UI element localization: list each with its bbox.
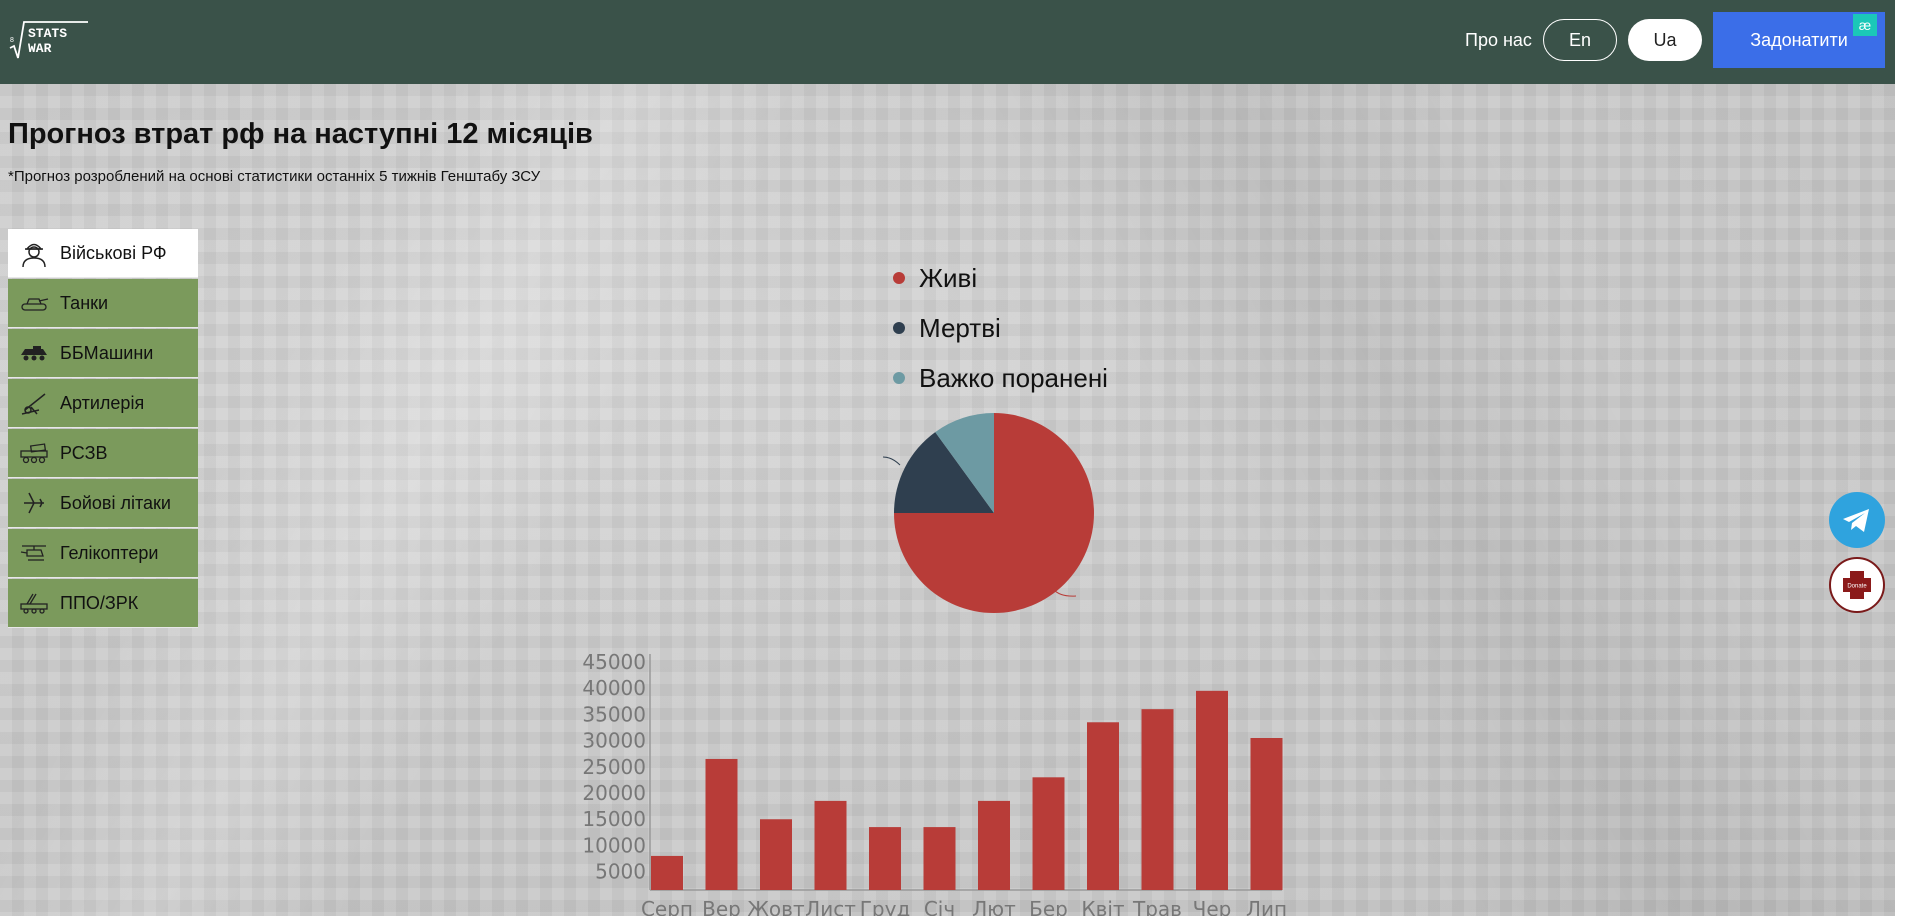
losses-pie-chart bbox=[882, 413, 1094, 613]
plane-icon bbox=[16, 488, 52, 518]
mlrs-icon bbox=[16, 438, 52, 468]
legend-label: Живі bbox=[919, 262, 978, 293]
legend-item-wounded[interactable]: Важко поранені bbox=[893, 353, 1108, 403]
svg-text:STATS: STATS bbox=[28, 26, 67, 41]
menu-item-tanks[interactable]: Танки bbox=[8, 279, 198, 328]
bar-Серп[interactable] bbox=[651, 855, 683, 890]
air-defense-icon bbox=[16, 588, 52, 618]
bar-Вер[interactable] bbox=[705, 758, 738, 890]
bar-Жовт[interactable] bbox=[760, 819, 792, 890]
scrollbar-gutter bbox=[1895, 0, 1908, 924]
bar-Лип[interactable] bbox=[1250, 738, 1283, 890]
bottom-edge bbox=[0, 916, 1895, 924]
monthly-losses-bar-chart: 5000 1000015000200002500030000 35000400004… bbox=[582, 650, 1287, 921]
svg-text:Donate: Donate bbox=[1847, 584, 1867, 590]
legend-item-dead[interactable]: Мертві bbox=[893, 303, 1108, 353]
bar-Груд[interactable] bbox=[869, 827, 901, 890]
menu-item-helicopters[interactable]: Гелікоптери bbox=[8, 529, 198, 578]
pie-legend: Живі Мертві Важко поранені bbox=[893, 253, 1108, 403]
y-tick-label: 30000 bbox=[582, 729, 646, 753]
ae-badge: æ bbox=[1853, 14, 1877, 36]
legend-label: Важко поранені bbox=[919, 362, 1108, 393]
y-tick-label: 20000 bbox=[582, 781, 646, 805]
menu-item-label: Бойові літаки bbox=[60, 492, 171, 513]
page-subtitle: *Прогноз розроблений на основі статистик… bbox=[8, 168, 541, 185]
menu-item-planes[interactable]: Бойові літаки bbox=[8, 479, 198, 528]
bar-Січ[interactable] bbox=[923, 827, 956, 890]
svg-text:8: 8 bbox=[10, 37, 14, 44]
y-tick-label: 25000 bbox=[582, 755, 646, 779]
statswar-logo[interactable]: 8 STATS WAR bbox=[8, 20, 88, 60]
y-tick-label: 10000 bbox=[582, 833, 646, 857]
about-link[interactable]: Про нас bbox=[1465, 30, 1532, 51]
bar-Лист[interactable] bbox=[814, 800, 847, 890]
menu-item-label: ББМашини bbox=[60, 342, 154, 363]
telegram-button[interactable] bbox=[1829, 492, 1885, 548]
telegram-icon bbox=[1843, 509, 1869, 532]
tank-icon bbox=[16, 288, 52, 318]
menu-item-mlrs[interactable]: РСЗВ bbox=[8, 429, 198, 478]
y-tick-label: 45000 bbox=[582, 650, 646, 674]
bar-Лют[interactable] bbox=[978, 800, 1010, 890]
y-tick-label: 40000 bbox=[582, 676, 646, 700]
category-menu: Військові РФ Танки ББМашини Артилерія РС… bbox=[8, 229, 198, 629]
bar-Бер[interactable] bbox=[1032, 777, 1065, 890]
donate-floating-button[interactable]: Donate bbox=[1829, 557, 1885, 613]
legend-label: Мертві bbox=[919, 312, 1001, 343]
helicopter-icon bbox=[16, 538, 52, 568]
menu-item-label: Військові РФ bbox=[60, 242, 167, 263]
y-tick-label: 15000 bbox=[582, 807, 646, 831]
legend-dot-dead bbox=[893, 322, 905, 334]
menu-item-label: ППО/ЗРК bbox=[60, 592, 139, 613]
menu-item-label: Артилерія bbox=[60, 392, 145, 413]
artillery-icon bbox=[16, 388, 52, 418]
y-tick-label: 5000 bbox=[595, 860, 646, 884]
svg-text:WAR: WAR bbox=[28, 41, 52, 56]
menu-item-soldiers[interactable]: Військові РФ bbox=[8, 229, 198, 278]
menu-item-air-defense[interactable]: ППО/ЗРК bbox=[8, 579, 198, 628]
legend-dot-alive bbox=[893, 272, 905, 284]
bar-Чер[interactable] bbox=[1196, 690, 1228, 890]
soldier-icon bbox=[16, 238, 52, 268]
menu-item-label: Гелікоптери bbox=[60, 542, 159, 563]
bar-Трав[interactable] bbox=[1141, 709, 1174, 890]
lang-ua-button[interactable]: Ua bbox=[1628, 19, 1702, 61]
medical-cross-icon: Donate bbox=[1843, 571, 1871, 599]
lang-en-button[interactable]: En bbox=[1543, 19, 1617, 61]
menu-item-artillery[interactable]: Артилерія bbox=[8, 379, 198, 428]
pie-leader-line bbox=[882, 456, 901, 466]
menu-item-label: Танки bbox=[60, 292, 109, 313]
top-navbar: 8 STATS WAR Про нас En Ua Задонатити æ bbox=[0, 0, 1895, 84]
bar-Квіт[interactable] bbox=[1087, 722, 1119, 890]
legend-item-alive[interactable]: Живі bbox=[893, 253, 1108, 303]
legend-dot-wounded bbox=[893, 372, 905, 384]
y-tick-label: 35000 bbox=[582, 702, 646, 726]
page-title: Прогноз втрат рф на наступні 12 місяців bbox=[8, 118, 593, 150]
menu-item-apc[interactable]: ББМашини bbox=[8, 329, 198, 378]
apc-icon bbox=[16, 338, 52, 368]
menu-item-label: РСЗВ bbox=[60, 442, 108, 463]
